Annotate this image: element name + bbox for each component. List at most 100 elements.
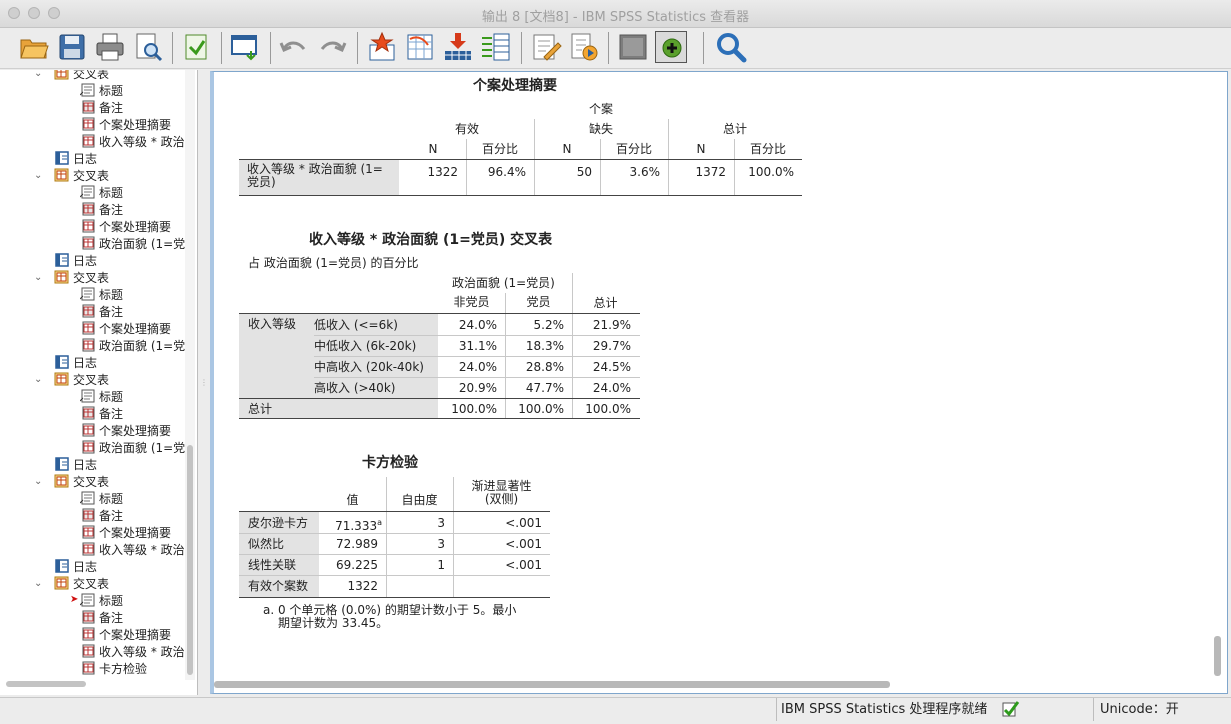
outline-item-label: 标题 [99,186,124,200]
outline-item-label: 交叉表 [73,70,110,81]
collapse-chevron-icon[interactable]: ⌄ [34,476,42,487]
collapse-chevron-icon[interactable]: ⌄ [34,70,42,79]
outline-item[interactable]: 交叉表 [54,168,109,185]
crosstab-icon [54,70,70,80]
chi-square-value-text: 1322 [347,579,378,593]
outline-item[interactable]: 标题 [79,287,123,304]
unicode-status: Unicode：开 [1100,702,1179,717]
crosstab-cell: 24.0% [592,381,631,395]
outline-item[interactable]: 个案处理摘要 [80,117,171,134]
chi-square-df: 3 [437,537,445,551]
hide-icon[interactable] [617,31,649,63]
redo-icon[interactable] [316,31,348,63]
outline-item[interactable]: 备注 [80,202,123,219]
pivot-table-icon [80,338,96,352]
show-icon[interactable] [655,31,687,63]
outline-item[interactable]: 日志 [54,457,97,474]
outline-item-label: 标题 [99,84,124,98]
outline-item[interactable]: 交叉表 [54,474,109,491]
chi-square-value-text: 71.333 [335,519,378,533]
outline-item[interactable]: 交叉表 [54,576,109,593]
outline-item[interactable]: 政治面貌 (1=党 [80,440,185,457]
title-icon [79,389,96,403]
outline-item[interactable]: 个案处理摘要 [80,423,171,440]
outline-item[interactable]: 标题 [79,389,123,406]
collapse-chevron-icon[interactable]: ⌄ [34,272,42,283]
variables-icon[interactable] [480,31,512,63]
pivot-table-icon [80,661,96,675]
collapse-chevron-icon[interactable]: ⌄ [34,170,42,181]
outline-item[interactable]: 收入等级 * 政治 [80,542,185,559]
outline-item-label: 个案处理摘要 [99,118,172,132]
outline-item[interactable]: 标题 [79,593,123,610]
outline-item[interactable]: 备注 [80,406,123,423]
outline-item[interactable]: 备注 [80,304,123,321]
outline-item[interactable]: 日志 [54,559,97,576]
outline-item[interactable]: 日志 [54,151,97,168]
outline-item[interactable]: 个案处理摘要 [80,321,171,338]
collapse-chevron-icon[interactable]: ⌄ [34,578,42,589]
outline-item[interactable]: 卡方检验 [80,661,147,678]
outline-item[interactable]: 政治面貌 (1=党 [80,338,185,355]
outline-item[interactable]: 日志 [54,355,97,372]
find-icon[interactable] [715,31,747,63]
outline-item[interactable]: 日志 [54,253,97,270]
outline-item[interactable]: 标题 [79,185,124,202]
outline-item[interactable]: 收入等级 * 政治 [80,644,185,661]
goto-case-icon[interactable] [404,31,436,63]
run-script-icon[interactable] [568,31,600,63]
output-content-pane: 个案处理摘要 个案 有效 缺失 总计 N 百分比 N 百分比 N 百分比 收入等… [210,71,1228,694]
crosstab-cell: 5.2% [533,318,565,332]
content-horizontal-scroll-thumb[interactable] [214,681,890,688]
outline-item[interactable]: 标题 [79,491,123,508]
save-icon[interactable] [56,31,88,63]
chi-square-value: 72.989 [319,536,386,552]
content-vertical-scroll-thumb[interactable] [1214,636,1221,676]
designate-window-icon[interactable] [530,31,562,63]
outline-item[interactable]: 备注 [80,610,123,627]
log-icon [54,457,70,471]
outline-item[interactable]: 标题 [79,83,124,100]
outline-item-label: 备注 [99,203,124,217]
log-icon [54,559,70,573]
insert-variable-icon[interactable] [442,31,474,63]
case-summary-sub-header: 百分比 [749,142,786,156]
log-icon [54,355,70,369]
export-icon[interactable] [180,31,212,63]
chi-square-value: 69.225 [319,557,386,573]
collapse-chevron-icon[interactable]: ⌄ [34,374,42,385]
outline-vertical-scroll-thumb[interactable] [187,445,193,675]
outline-item[interactable]: 备注 [80,508,123,525]
outline-item[interactable]: 政治面貌 (1=党 [80,236,185,253]
outline-item[interactable]: 交叉表 [54,70,109,83]
pivot-table-icon [80,440,96,454]
undo-icon[interactable] [278,31,310,63]
chi-square-footnote-cont: 期望计数为 33.45。 [278,616,389,630]
crosstab-cell: 24.0% [458,360,497,374]
crosstab-subtitle: 占 政治面貌 (1=党员) 的百分比 [248,256,419,270]
outline-horizontal-scroll-thumb[interactable] [6,681,86,687]
outline-item[interactable]: 个案处理摘要 [80,525,171,542]
outline-item[interactable]: 个案处理摘要 [80,219,171,236]
outline-item[interactable]: 交叉表 [54,270,109,287]
outline-item[interactable]: 交叉表 [54,372,109,389]
print-preview-icon[interactable] [132,31,164,63]
print-icon[interactable] [94,31,126,63]
goto-data-icon[interactable] [366,31,398,63]
splitter-handle[interactable]: ⋮ [200,378,208,387]
outline-item[interactable]: 备注 [80,100,123,117]
crosstab-total-label: 总计 [248,402,273,416]
outline-item-label: 收入等级 * 政治 [99,135,185,149]
outline-item-label: 备注 [99,611,124,625]
outline-item[interactable]: 收入等级 * 政治 [80,134,185,151]
open-icon[interactable] [18,31,50,63]
case-summary-sub-header: 百分比 [615,142,652,156]
crosstab-cell: 31.1% [458,339,497,353]
pivot-table-icon [80,644,96,658]
chi-square-sig: <.001 [505,558,542,572]
outline-item[interactable]: 个案处理摘要 [80,627,171,644]
title-bar: 输出 8 [文档8] - IBM SPSS Statistics 查看器 [0,0,1231,28]
chi-square-df: 1 [437,558,445,572]
recall-dialog-icon[interactable] [229,31,261,63]
chi-square-row-label: 皮尔逊卡方 [248,516,309,530]
